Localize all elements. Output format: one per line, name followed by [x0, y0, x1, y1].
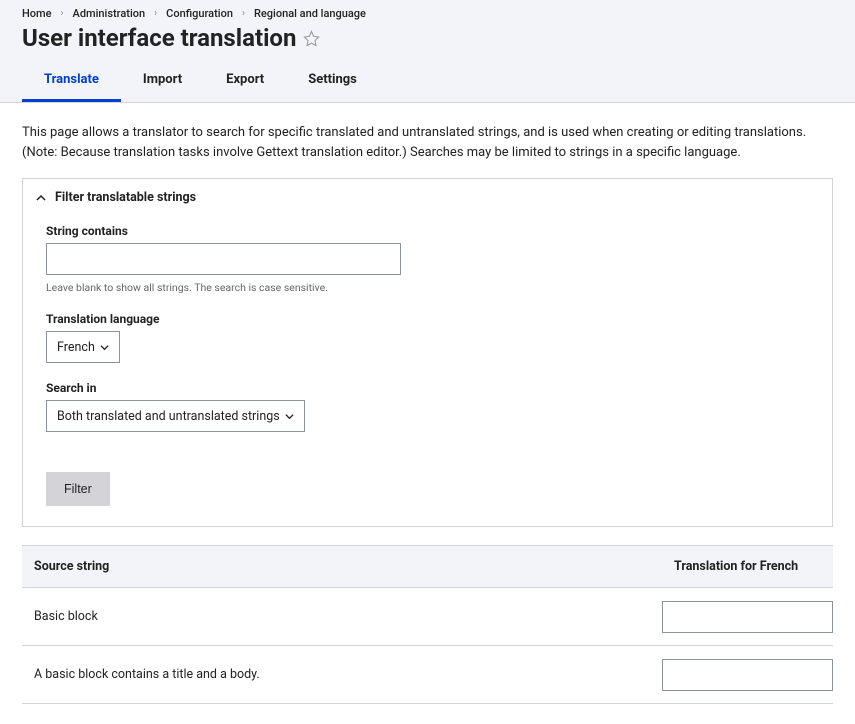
translation-language-value: French — [57, 340, 95, 355]
table-header-source: Source string — [22, 546, 662, 587]
table-row: A basic block contains a title and a bod… — [22, 646, 833, 704]
search-in-value: Both translated and untranslated strings — [57, 409, 280, 424]
tab-import[interactable]: Import — [121, 62, 204, 102]
translation-language-select[interactable]: French — [46, 331, 120, 363]
source-string-cell: Basic block — [22, 595, 662, 638]
tab-translate[interactable]: Translate — [22, 62, 121, 102]
search-in-select[interactable]: Both translated and untranslated strings — [46, 400, 305, 432]
tab-export[interactable]: Export — [204, 62, 286, 102]
translation-input[interactable] — [662, 659, 833, 691]
results-table: Source string Translation for French Bas… — [22, 545, 833, 704]
breadcrumb-link-home[interactable]: Home — [22, 7, 52, 20]
chevron-down-icon — [285, 412, 294, 421]
tabs: Translate Import Export Settings — [22, 62, 833, 102]
translation-input[interactable] — [662, 601, 833, 633]
breadcrumb-link-configuration[interactable]: Configuration — [166, 7, 233, 20]
breadcrumb-link-administration[interactable]: Administration — [73, 7, 146, 20]
translation-language-label: Translation language — [46, 312, 809, 326]
tab-settings[interactable]: Settings — [286, 62, 379, 102]
filter-button[interactable]: Filter — [46, 472, 110, 506]
star-icon[interactable] — [303, 30, 320, 47]
string-contains-label: String contains — [46, 224, 809, 238]
chevron-up-icon — [36, 193, 46, 203]
table-header-translation: Translation for French — [662, 546, 833, 587]
table-row: Basic block — [22, 588, 833, 646]
breadcrumb-link-regional[interactable]: Regional and language — [254, 7, 366, 20]
string-contains-help: Leave blank to show all strings. The sea… — [46, 281, 809, 294]
page-description: This page allows a translator to search … — [22, 123, 833, 162]
source-string-cell: A basic block contains a title and a bod… — [22, 653, 662, 696]
filter-panel: Filter translatable strings String conta… — [22, 178, 833, 527]
filter-legend: Filter translatable strings — [55, 190, 196, 205]
search-in-label: Search in — [46, 381, 809, 395]
chevron-right-icon: › — [242, 8, 245, 19]
string-contains-input[interactable] — [46, 243, 401, 275]
filter-toggle[interactable]: Filter translatable strings — [23, 179, 832, 216]
page-title: User interface translation — [22, 24, 296, 52]
chevron-down-icon — [100, 343, 109, 352]
chevron-right-icon: › — [154, 8, 157, 19]
chevron-right-icon: › — [61, 8, 64, 19]
breadcrumb: Home › Administration › Configuration › … — [22, 7, 833, 20]
